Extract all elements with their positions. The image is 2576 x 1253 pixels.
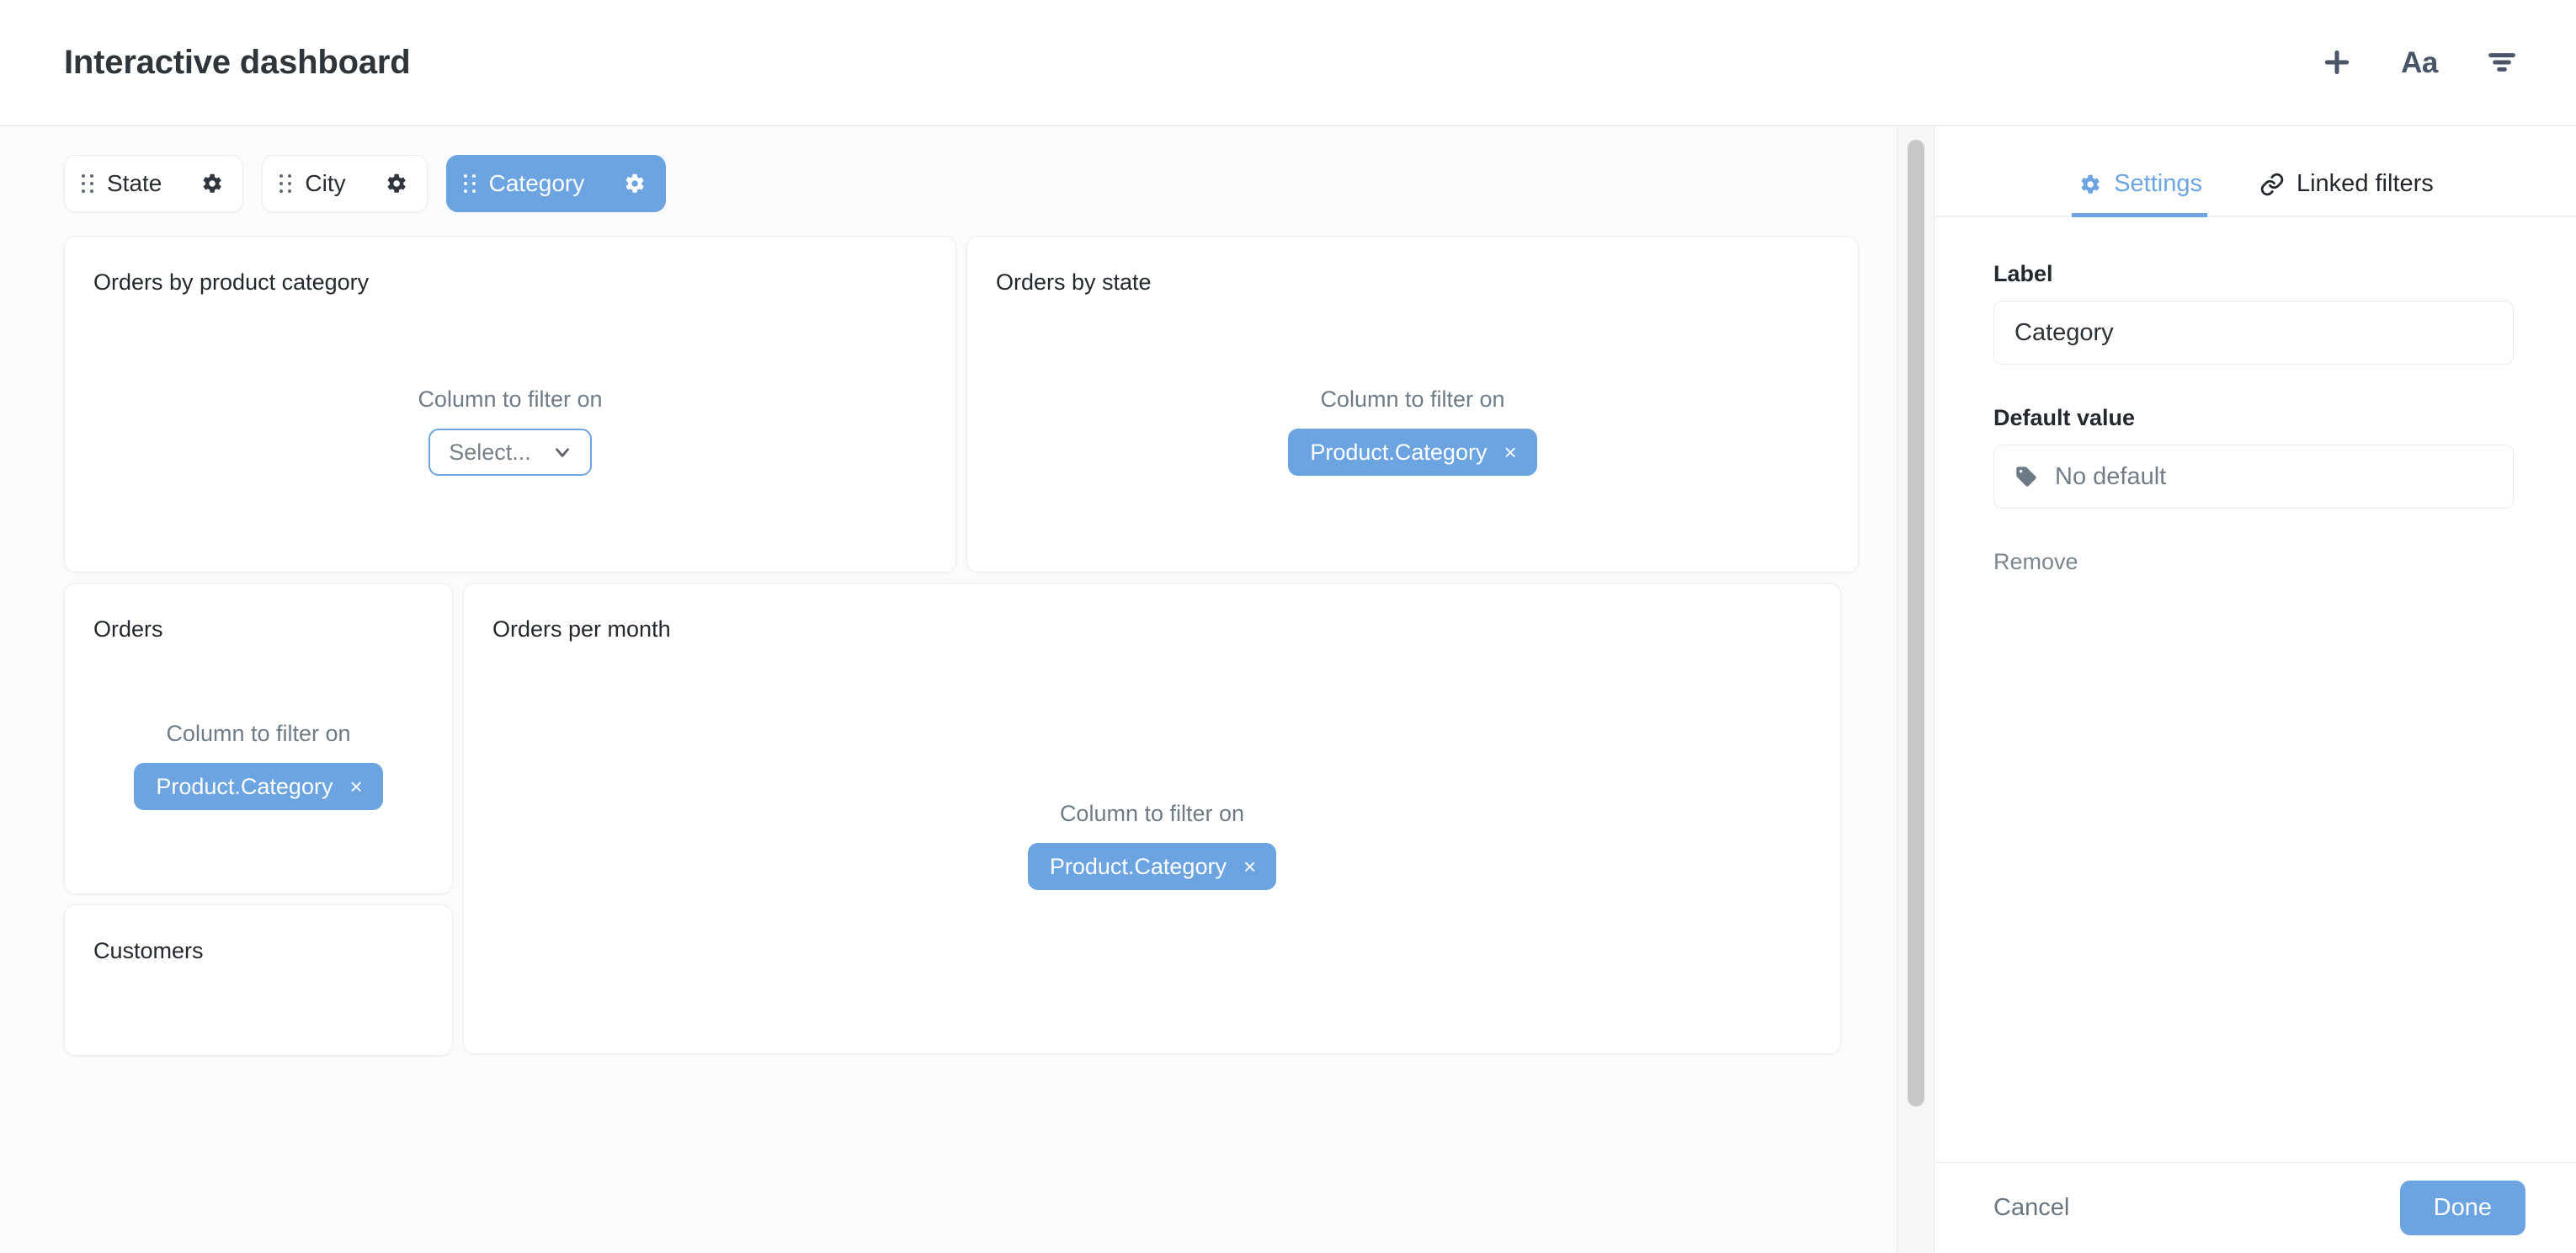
column-select-value: Select... [449, 440, 531, 466]
default-value-field-title: Default value [1993, 405, 2514, 431]
filter-chips-row: State City Category [0, 126, 1934, 236]
default-value-text: No default [2055, 463, 2166, 491]
panel-tabs: Settings Linked filters [1935, 126, 2576, 217]
panel-content: Label Category Default value No default … [1935, 217, 2576, 1162]
dashboard-card-orders-by-state[interactable]: Orders by state Column to filter on Prod… [966, 236, 1859, 573]
settings-panel: Settings Linked filters Label Category [1934, 126, 2576, 1253]
drop-caption: Column to filter on [166, 721, 350, 747]
card-body: Column to filter on Product.Category × [65, 642, 452, 893]
drag-handle-icon[interactable] [279, 173, 291, 195]
field-spacer [1993, 365, 2514, 405]
add-icon[interactable] [2315, 40, 2359, 84]
gear-icon[interactable] [383, 171, 408, 196]
dashboard-card-customers[interactable]: Customers [64, 904, 453, 1056]
label-field-title: Label [1993, 261, 2514, 287]
remove-filter-link[interactable]: Remove [1993, 549, 2078, 575]
chevron-down-icon [551, 441, 573, 463]
dashboard-card-orders[interactable]: Orders Column to filter on Product.Categ… [64, 583, 453, 894]
card-title: Orders per month [464, 584, 1840, 642]
canvas-inner: State City Category [0, 126, 1934, 1253]
close-icon[interactable]: × [349, 776, 362, 797]
card-title: Orders by product category [65, 237, 955, 296]
card-title: Orders by state [967, 237, 1858, 296]
text-icon-label: Aa [2401, 48, 2438, 77]
column-pill[interactable]: Product.Category × [1028, 843, 1276, 890]
filter-chip-city[interactable]: City [262, 155, 427, 212]
filter-chip-label: Category [489, 170, 609, 197]
tag-icon [2014, 465, 2038, 488]
column-drop-target[interactable]: Column to filter on Product.Category × [1288, 387, 1536, 476]
done-button[interactable]: Done [2400, 1181, 2525, 1235]
dashboard-card-orders-per-month[interactable]: Orders per month Column to filter on Pro… [463, 583, 1841, 1054]
panel-footer: Cancel Done [1935, 1162, 2576, 1253]
column-pill[interactable]: Product.Category × [134, 763, 382, 810]
card-body: Column to filter on Product.Category × [967, 296, 1858, 572]
column-pill-label: Product.Category [1310, 440, 1487, 466]
column-drop-target[interactable]: Column to filter on Product.Category × [134, 721, 382, 810]
card-row-top: Orders by product category Column to fil… [64, 236, 1866, 573]
vertical-scrollbar[interactable] [1897, 126, 1934, 1253]
filter-chip-category[interactable]: Category [446, 155, 667, 212]
card-body: Column to filter on Product.Category × [464, 642, 1840, 1053]
card-body: Column to filter on Select... [65, 296, 955, 572]
filter-chip-state[interactable]: State [64, 155, 243, 212]
close-icon[interactable]: × [1243, 856, 1256, 877]
card-row-bottom: Orders Column to filter on Product.Categ… [64, 583, 1866, 1056]
drop-caption: Column to filter on [418, 387, 602, 413]
filter-chip-label: City [305, 170, 369, 197]
gear-icon[interactable] [621, 171, 647, 196]
card-title: Orders [65, 584, 452, 642]
tab-settings[interactable]: Settings [2072, 170, 2207, 217]
drag-handle-icon[interactable] [82, 173, 93, 195]
column-pill-label: Product.Category [156, 774, 333, 800]
vertical-scrollbar-thumb[interactable] [1908, 140, 1924, 1106]
dashboard-canvas: State City Category [0, 126, 1934, 1253]
tab-linked-filters[interactable]: Linked filters [2254, 170, 2439, 217]
column-pill[interactable]: Product.Category × [1288, 429, 1536, 476]
text-icon[interactable]: Aa [2398, 40, 2441, 84]
column-select[interactable]: Select... [428, 429, 592, 476]
cancel-button[interactable]: Cancel [1993, 1194, 2069, 1222]
drop-caption: Column to filter on [1320, 387, 1504, 413]
top-bar: Interactive dashboard Aa [0, 0, 2576, 126]
tab-label: Settings [2114, 170, 2202, 198]
column-drop-target[interactable]: Column to filter on Select... [418, 387, 602, 476]
gear-icon [2077, 172, 2102, 197]
label-input-value: Category [2014, 319, 2114, 347]
card-title: Customers [65, 905, 452, 964]
drag-handle-icon[interactable] [464, 173, 476, 195]
default-value-input[interactable]: No default [1993, 445, 2514, 509]
dashboard-cards: Orders by product category Column to fil… [0, 236, 1934, 1056]
app-root: Interactive dashboard Aa [0, 0, 2576, 1253]
card-column-left: Orders Column to filter on Product.Categ… [64, 583, 453, 1056]
tab-label: Linked filters [2297, 170, 2434, 198]
label-input[interactable]: Category [1993, 301, 2514, 365]
column-drop-target[interactable]: Column to filter on Product.Category × [1028, 801, 1276, 890]
gear-icon[interactable] [199, 171, 224, 196]
dashboard-card-orders-by-product-category[interactable]: Orders by product category Column to fil… [64, 236, 956, 573]
page-title: Interactive dashboard [64, 44, 410, 82]
column-pill-label: Product.Category [1050, 854, 1227, 880]
close-icon[interactable]: × [1504, 441, 1516, 463]
topbar-actions: Aa [2315, 40, 2524, 84]
link-icon [2259, 172, 2285, 197]
filter-chip-label: State [107, 170, 185, 197]
body-split: State City Category [0, 126, 2576, 1253]
filter-icon[interactable] [2480, 40, 2524, 84]
drop-caption: Column to filter on [1060, 801, 1244, 827]
card-body [65, 964, 452, 1055]
